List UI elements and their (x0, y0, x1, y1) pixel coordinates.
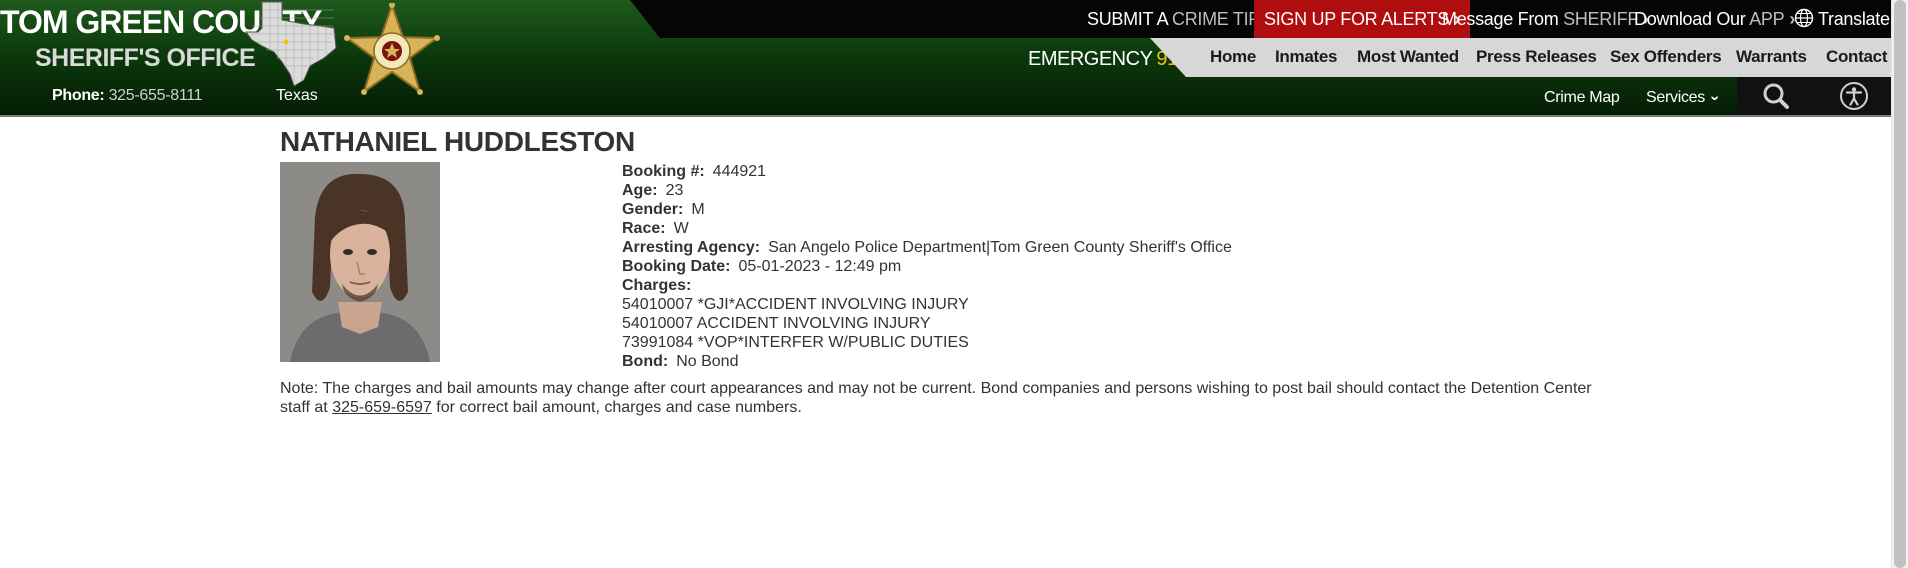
nav-contact[interactable]: Contact (1826, 38, 1887, 77)
scrollbar-thumb[interactable] (1894, 0, 1906, 568)
nav-sex-offenders[interactable]: Sex Offenders (1610, 38, 1722, 77)
submit-crime-tip-link[interactable]: SUBMIT A CRIME TIP› (1087, 0, 1271, 38)
bond-row: Bond: No Bond (622, 353, 739, 370)
age-row: Age: 23 (622, 182, 684, 199)
phone-label: Phone: (52, 87, 105, 104)
nav-most-wanted[interactable]: Most Wanted (1357, 38, 1459, 77)
nav-home[interactable]: Home (1210, 38, 1256, 77)
header-divider (0, 115, 1892, 117)
crime-map-link[interactable]: Crime Map (1544, 89, 1620, 107)
bail-note: Note: The charges and bail amounts may c… (280, 380, 1592, 416)
detention-phone-link[interactable]: 325-659-6597 (332, 399, 432, 416)
globe-icon (1794, 8, 1814, 28)
accessibility-button[interactable] (1834, 80, 1874, 112)
search-icon (1763, 83, 1789, 109)
charge-item: 73991084 *VOP*INTERFER W/PUBLIC DUTIES (622, 334, 969, 351)
download-app-link[interactable]: Download Our APP › (1634, 0, 1795, 38)
inmate-mugshot (280, 162, 440, 362)
arresting-agency-row: Arresting Agency: San Angelo Police Depar… (622, 239, 1232, 256)
site-header: TOM GREEN COUNTY SHERIFF'S OFFICE Texas … (0, 0, 1892, 117)
main-nav: Home Inmates Most Wanted Press Releases … (1150, 38, 1892, 77)
race-row: Race: W (622, 220, 689, 237)
phone-number[interactable]: 325-655-8111 (109, 87, 203, 104)
message-from-sheriff-link[interactable]: Message From SHERIFF › (1442, 0, 1649, 38)
sheriff-star-badge-icon[interactable] (344, 3, 440, 97)
search-button[interactable] (1756, 80, 1796, 112)
booking-number-row: Booking #: 444921 (622, 163, 767, 180)
vertical-scrollbar[interactable] (1891, 0, 1908, 568)
phone-line[interactable]: Phone: 325-655-8111 (52, 87, 203, 105)
charges-label: Charges: (622, 277, 692, 294)
inmate-name: NATHANIEL HUDDLESTON (280, 126, 635, 157)
top-utility-bar: SUBMIT A CRIME TIP› SIGN UP FOR ALERTS› … (630, 0, 1892, 38)
translate-link[interactable]: Translate (1794, 0, 1890, 38)
nav-warrants[interactable]: Warrants (1736, 38, 1807, 77)
texas-map-icon (245, 1, 337, 86)
state-label: Texas (276, 87, 318, 104)
booking-date-row: Booking Date: 05-01-2023 - 12:49 pm (622, 258, 902, 275)
inmate-details: Booking #: 444921 Age: 23 Gender: M Race: W … (622, 162, 1232, 371)
gender-row: Gender: M (622, 201, 705, 218)
charge-item: 54010007 *GJI*ACCIDENT INVOLVING INJURY (622, 296, 969, 313)
sign-up-alerts-link[interactable]: SIGN UP FOR ALERTS › (1254, 0, 1470, 38)
site-subtitle[interactable]: SHERIFF'S OFFICE (35, 44, 256, 73)
charge-item: 54010007 ACCIDENT INVOLVING INJURY (622, 315, 931, 332)
chevron-down-icon: › (1706, 95, 1724, 101)
nav-press-releases[interactable]: Press Releases (1476, 38, 1597, 77)
nav-inmates[interactable]: Inmates (1275, 38, 1337, 77)
services-menu[interactable]: Services › (1646, 89, 1724, 107)
accessibility-icon (1840, 82, 1868, 110)
